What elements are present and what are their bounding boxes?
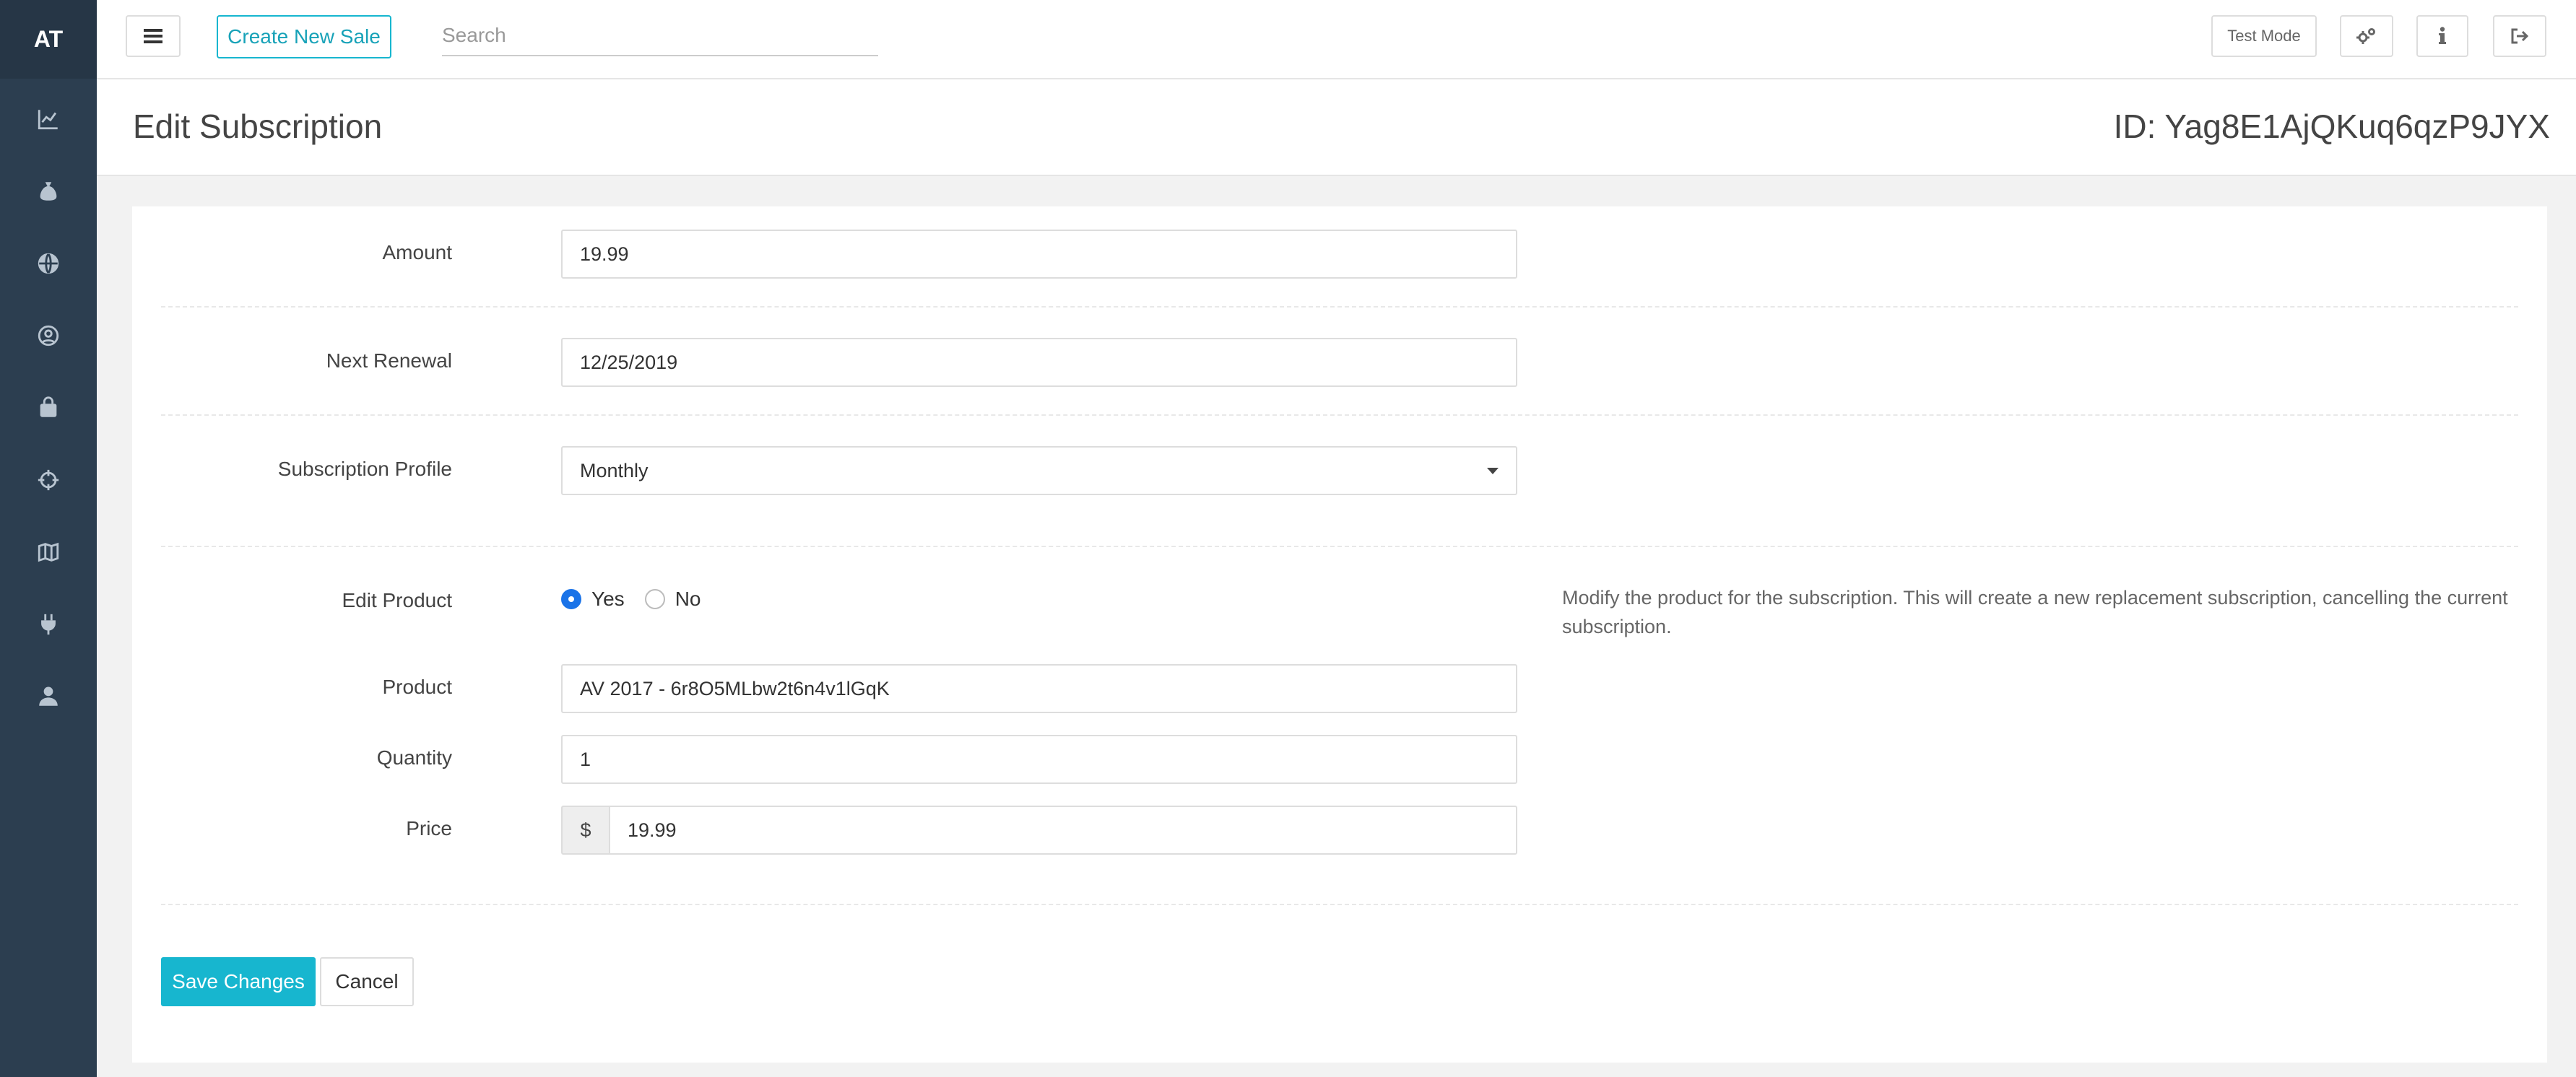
map-icon (38, 542, 59, 562)
divider (161, 904, 2518, 905)
search-input[interactable] (442, 16, 878, 56)
sidebar-item-customers[interactable] (0, 310, 97, 361)
edit-product-yes-label[interactable]: Yes (591, 588, 625, 611)
edit-product-help-text: Modify the product for the subscription.… (1562, 587, 2508, 637)
cogs-icon (2356, 28, 2375, 44)
info-button[interactable] (2416, 15, 2468, 57)
sidebar-item-integrations[interactable] (0, 599, 97, 650)
edit-product-no-label[interactable]: No (675, 588, 701, 611)
top-bar: Create New Sale Test Mode (97, 0, 2576, 79)
page-header: Edit Subscription ID: Yag8E1AjQKuq6qzP9J… (97, 79, 2576, 176)
logout-button[interactable] (2493, 15, 2546, 57)
quantity-field[interactable]: 1 (561, 735, 1517, 784)
price-field[interactable]: 19.99 (609, 806, 1517, 855)
divider (161, 414, 2518, 416)
sidebar: AT (0, 0, 97, 1077)
subscription-id: ID: Yag8E1AjQKuq6qzP9JYX (2113, 108, 2550, 145)
edit-product-yes-radio[interactable] (561, 589, 581, 609)
test-mode-button[interactable]: Test Mode (2211, 15, 2317, 57)
chart-line-icon (38, 110, 58, 130)
create-new-sale-button[interactable]: Create New Sale (217, 15, 391, 58)
menu-toggle-button[interactable] (126, 15, 181, 57)
sidebar-item-web[interactable] (0, 238, 97, 289)
page-title: Edit Subscription (133, 108, 383, 145)
quantity-label: Quantity (376, 746, 452, 769)
next-renewal-label: Next Renewal (326, 349, 452, 372)
sidebar-item-products[interactable] (0, 383, 97, 433)
next-renewal-field[interactable]: 12/25/2019 (561, 338, 1517, 387)
bars-icon (144, 29, 162, 43)
edit-product-radio-group: Yes No (561, 588, 721, 611)
save-changes-button[interactable]: Save Changes (161, 957, 316, 1006)
globe-icon (38, 253, 59, 274)
divider (161, 306, 2518, 308)
sidebar-item-account[interactable] (0, 671, 97, 722)
divider (161, 546, 2518, 547)
price-label: Price (406, 817, 452, 840)
plug-icon (41, 614, 56, 635)
subscription-profile-select[interactable]: Monthly (561, 446, 1517, 495)
money-bag-icon (40, 182, 57, 201)
crosshairs-icon (38, 469, 59, 491)
sidebar-item-targets[interactable] (0, 455, 97, 505)
sidebar-item-sales[interactable] (0, 166, 97, 217)
edit-subscription-form: Amount 19.99 Next Renewal 12/25/2019 Sub… (132, 206, 2547, 1063)
cancel-button[interactable]: Cancel (320, 957, 414, 1006)
sidebar-item-dashboard[interactable] (0, 94, 97, 144)
amount-label: Amount (382, 241, 453, 263)
sign-out-icon (2511, 28, 2529, 44)
user-icon (39, 686, 58, 706)
subscription-profile-label: Subscription Profile (277, 458, 452, 480)
shopping-bag-icon (40, 396, 57, 417)
info-icon (2439, 27, 2446, 44)
amount-field[interactable]: 19.99 (561, 230, 1517, 279)
product-label: Product (382, 676, 453, 698)
subscription-profile-value: Monthly (580, 459, 649, 481)
brand-logo[interactable]: AT (0, 0, 97, 79)
caret-down-icon (1487, 468, 1499, 474)
edit-product-label: Edit Product (342, 589, 452, 611)
user-circle-icon (38, 325, 59, 346)
currency-addon: $ (561, 806, 609, 855)
settings-button[interactable] (2340, 15, 2393, 57)
product-field[interactable]: AV 2017 - 6r8O5MLbw2t6n4v1lGqK (561, 664, 1517, 713)
edit-product-no-radio[interactable] (644, 589, 665, 609)
sidebar-item-map[interactable] (0, 527, 97, 577)
